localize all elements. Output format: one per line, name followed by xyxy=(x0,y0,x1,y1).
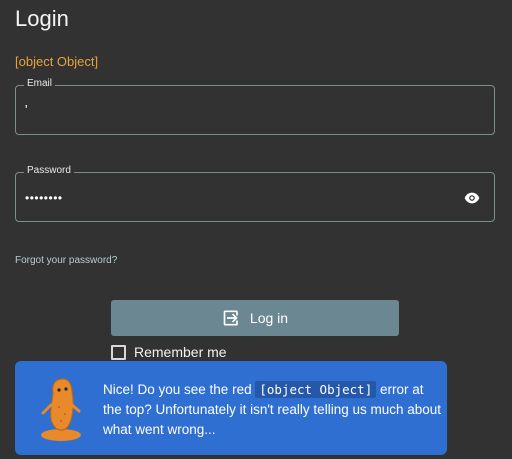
login-label: Log in xyxy=(249,310,289,326)
error-message: [object Object] xyxy=(15,54,99,69)
login-icon xyxy=(223,310,238,326)
email-label: Email xyxy=(24,78,56,89)
password-value[interactable]: •••••••• xyxy=(25,191,63,205)
password-label: Password xyxy=(24,165,74,176)
tip-text: Nice! Do you see the red [object Object]… xyxy=(103,380,443,440)
tip-text-before: Nice! Do you see the red xyxy=(103,382,256,397)
remember-me[interactable]: Remember me xyxy=(111,344,227,360)
mascot-illustration xyxy=(41,378,81,441)
page-title: Login xyxy=(15,6,69,31)
tutorial-tip: Nice! Do you see the red [object Object]… xyxy=(15,361,447,455)
login-button[interactable]: Log in xyxy=(111,300,399,336)
forgot-password-link[interactable]: Forgot your password? xyxy=(15,255,117,266)
email-value[interactable]: ' xyxy=(25,102,28,117)
password-field[interactable]: Password •••••••• xyxy=(15,165,495,222)
email-field[interactable]: Email ' xyxy=(15,78,495,135)
eye-icon[interactable] xyxy=(464,191,480,205)
remember-label: Remember me xyxy=(134,344,227,360)
tip-code: [object Object] xyxy=(255,381,377,398)
remember-checkbox[interactable] xyxy=(111,344,126,360)
